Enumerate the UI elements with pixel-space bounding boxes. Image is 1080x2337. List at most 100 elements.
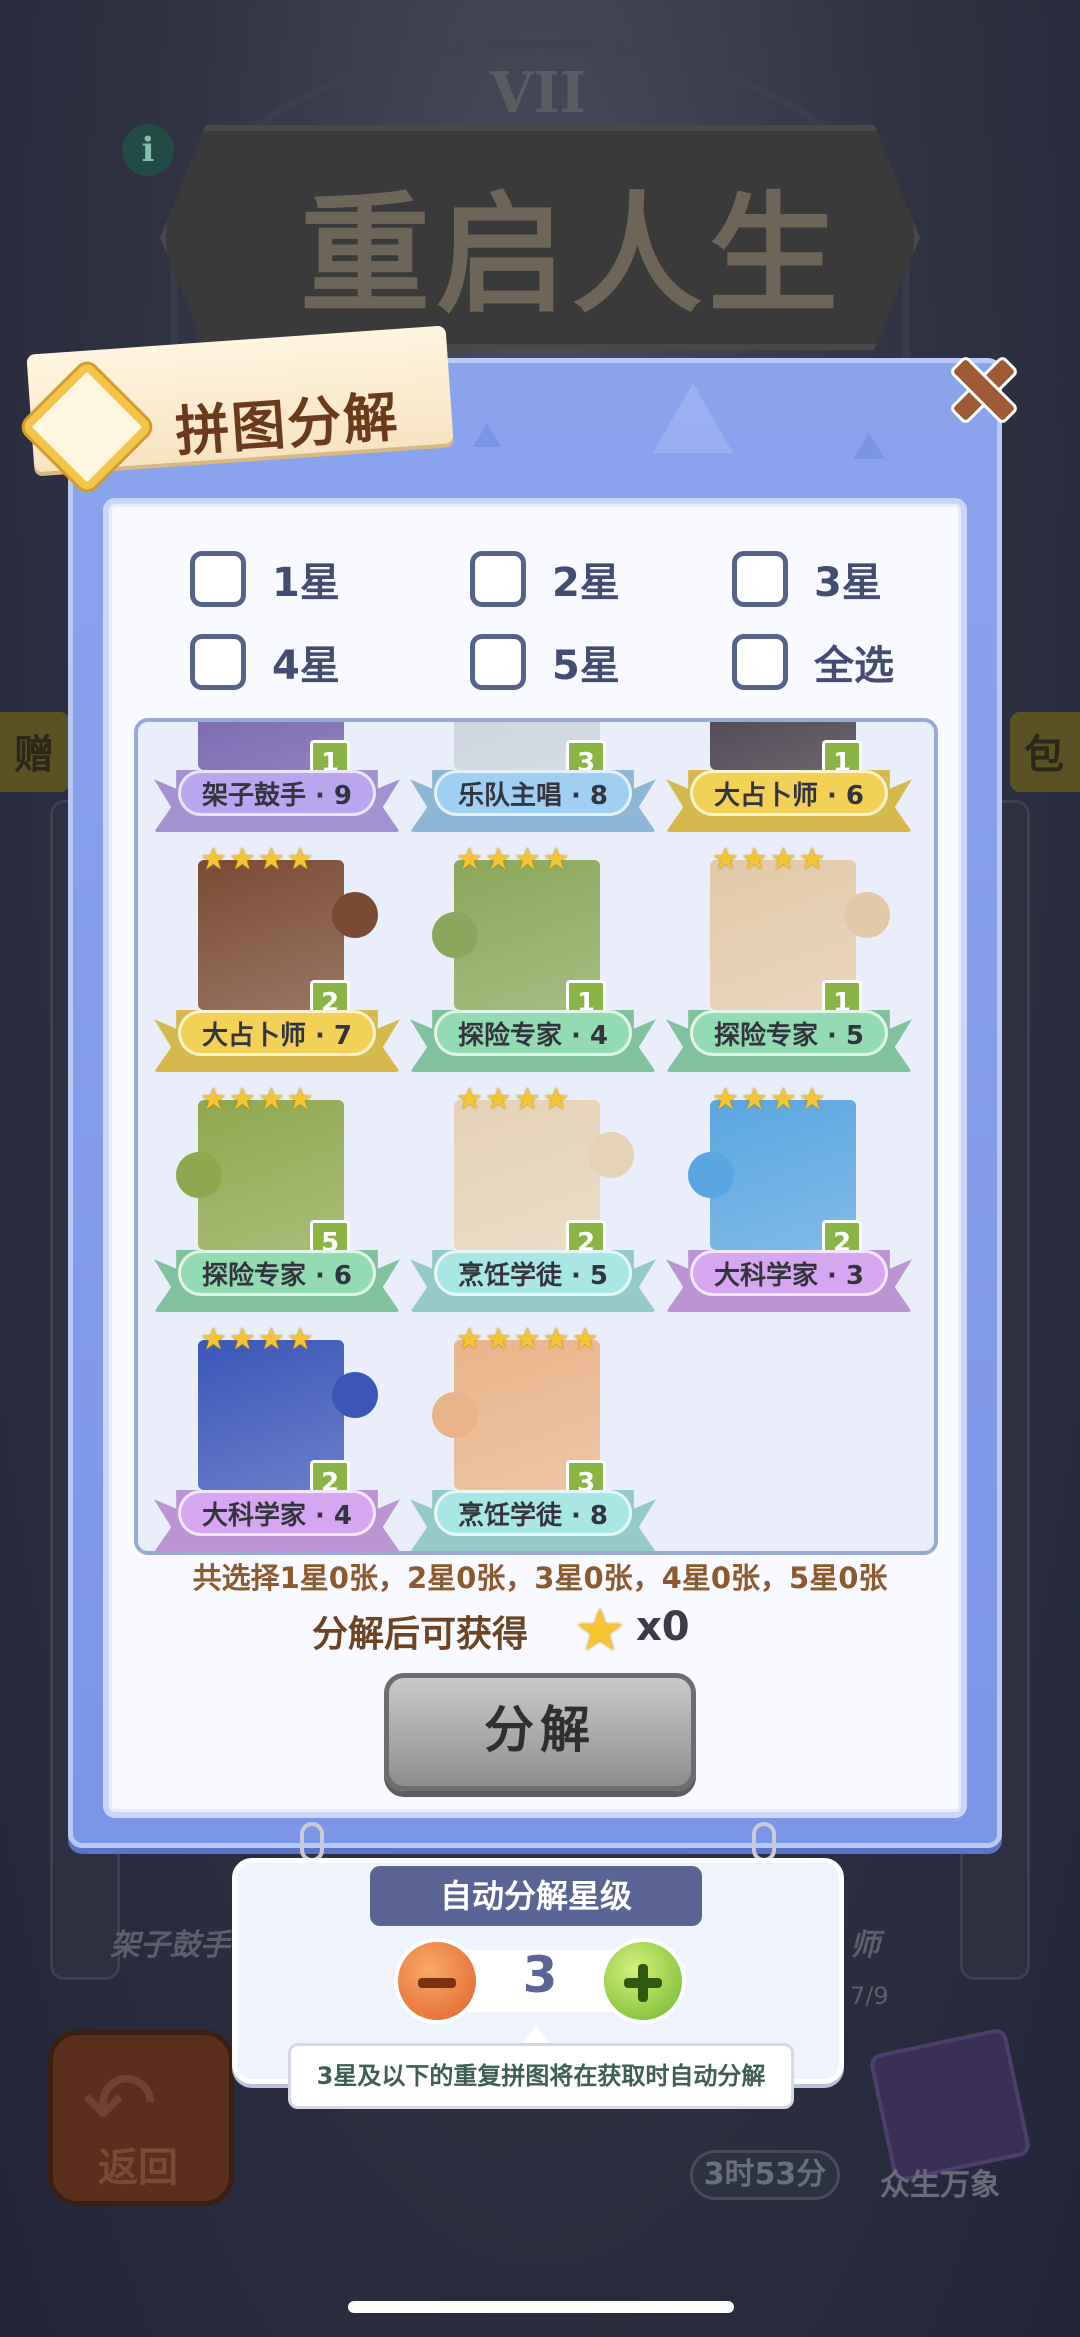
checkbox[interactable] <box>470 634 526 690</box>
puzzle-piece-knob <box>688 1152 734 1198</box>
increase-button[interactable] <box>600 1938 686 2024</box>
star-rating: ★ ★ ★ ★ <box>200 1322 314 1357</box>
background-faded-label-left: 架子鼓手 <box>110 1928 230 1963</box>
background-faded-count: 7/9 <box>850 1982 889 2010</box>
puzzle-card[interactable]: ★ ★ ★ ★ 2 烹饪学徒 · 5 <box>410 1082 656 1322</box>
puzzle-card-name: 大科学家 · 4 <box>178 1490 376 1536</box>
star-rating: ★ ★ ★ ★ <box>200 842 314 877</box>
puzzle-card[interactable]: 1 大占卜师 · 6 <box>666 722 912 842</box>
puzzle-piece-knob <box>588 1132 634 1178</box>
decompose-button[interactable]: 分解 <box>384 1673 696 1791</box>
puzzle-card[interactable]: ★ ★ ★ ★ 5 探险专家 · 6 <box>154 1082 400 1322</box>
puzzle-card-name: 大科学家 · 3 <box>690 1250 888 1296</box>
star-icon: ★ <box>456 842 483 877</box>
puzzle-card-name: 烹饪学徒 · 5 <box>434 1250 632 1296</box>
background-clock-numeral: VII <box>490 60 586 126</box>
puzzle-card[interactable]: ★ ★ ★ ★ 2 大科学家 · 4 <box>154 1322 400 1551</box>
puzzle-card-name: 乐队主唱 · 8 <box>434 770 632 816</box>
filter-1-star[interactable]: 1星 <box>190 550 340 608</box>
info-icon: i <box>122 124 174 176</box>
background-banner-right-text: 包 <box>1024 732 1064 778</box>
filter-label: 1星 <box>272 560 340 606</box>
filter-label: 3星 <box>814 560 882 606</box>
star-icon: ★ <box>740 1082 768 1117</box>
filter-5-star[interactable]: 5星 <box>470 633 620 691</box>
star-icon: ★ <box>228 1082 256 1117</box>
puzzle-piece-knob <box>176 1152 222 1198</box>
auto-decompose-tooltip: 3星及以下的重复拼图将在获取时自动分解 <box>288 2043 794 2109</box>
star-icon: ★ <box>257 842 285 877</box>
close-button[interactable] <box>944 350 1024 430</box>
auto-decompose-header: 自动分解星级 <box>370 1866 702 1926</box>
star-icon: ★ <box>513 842 541 877</box>
dialog-title: 拼图分解 <box>173 385 402 464</box>
star-icon: ★ <box>257 1082 285 1117</box>
filter-4-star[interactable]: 4星 <box>190 633 340 691</box>
filter-label: 5星 <box>552 643 620 689</box>
back-button-label: 返回 <box>98 2145 178 2191</box>
puzzle-card[interactable]: ★ ★ ★ ★ ★ 3 烹饪学徒 · 8 <box>410 1322 656 1551</box>
puzzle-card-name: 大占卜师 · 7 <box>178 1010 376 1056</box>
star-icon: ★ <box>257 1322 285 1357</box>
star-icon: ★ <box>200 1082 227 1117</box>
filter-select-all[interactable]: 全选 <box>732 633 894 691</box>
star-rating: ★ ★ ★ ★ <box>200 1082 314 1117</box>
star-icon: ★ <box>286 842 314 877</box>
decrease-button[interactable] <box>394 1938 480 2024</box>
home-indicator[interactable] <box>348 2301 734 2313</box>
puzzle-grid[interactable]: 1 架子鼓手 · 9 3 乐队主唱 · 8 1 大占卜师 · 6 ★ ★ ★ ★ 2 大占卜师 · 7… <box>134 718 938 1555</box>
background-game-title: 重启人生 <box>300 178 845 331</box>
star-rating: ★ ★ ★ ★ <box>712 842 826 877</box>
star-rating: ★ ★ ★ ★ <box>712 1082 826 1117</box>
filter-3-star[interactable]: 3星 <box>732 550 882 608</box>
puzzle-card[interactable]: ★ ★ ★ ★ 2 大占卜师 · 7 <box>154 842 400 1082</box>
star-icon: ★ <box>542 1322 570 1357</box>
background-faded-label-right: 师 <box>850 1928 880 1963</box>
puzzle-card-name: 烹饪学徒 · 8 <box>434 1490 632 1536</box>
star-rating: ★ ★ ★ ★ <box>456 842 570 877</box>
puzzle-card[interactable]: 1 架子鼓手 · 9 <box>154 722 400 842</box>
star-icon: ★ <box>571 1322 599 1357</box>
reward-value: x0 <box>636 1604 690 1650</box>
star-icon: ★ <box>200 842 227 877</box>
star-icon: ★ <box>484 1082 512 1117</box>
star-icon: ★ <box>286 1082 314 1117</box>
star-icon: ★ <box>200 1322 227 1357</box>
star-icon: ★ <box>456 1082 483 1117</box>
puzzle-card[interactable]: 3 乐队主唱 · 8 <box>410 722 656 842</box>
selection-summary: 共选择1星0张，2星0张，3星0张，4星0张，5星0张 <box>192 1561 888 1595</box>
puzzle-card-name: 架子鼓手 · 9 <box>178 770 376 816</box>
puzzle-card-name: 大占卜师 · 6 <box>690 770 888 816</box>
checkbox[interactable] <box>190 551 246 607</box>
puzzle-piece-knob <box>332 1372 378 1418</box>
star-icon: ★ <box>513 1082 541 1117</box>
filter-2-star[interactable]: 2星 <box>470 550 620 608</box>
star-rating: ★ ★ ★ ★ <box>456 1082 570 1117</box>
star-icon: ★ <box>574 1596 626 1664</box>
star-rating: ★ ★ ★ ★ ★ <box>456 1322 599 1357</box>
puzzle-card-name: 探险专家 · 4 <box>434 1010 632 1056</box>
star-icon: ★ <box>712 1082 739 1117</box>
filter-label: 全选 <box>814 643 894 689</box>
checkbox[interactable] <box>470 551 526 607</box>
checkbox[interactable] <box>732 551 788 607</box>
panel-ring <box>752 1822 776 1862</box>
background-banner-left-text: 赠 <box>14 732 54 778</box>
checkbox[interactable] <box>190 634 246 690</box>
star-icon: ★ <box>798 1082 826 1117</box>
star-icon: ★ <box>286 1322 314 1357</box>
puzzle-card[interactable]: ★ ★ ★ ★ 1 探险专家 · 5 <box>666 842 912 1082</box>
filter-label: 2星 <box>552 560 620 606</box>
star-icon: ★ <box>798 842 826 877</box>
star-icon: ★ <box>769 842 797 877</box>
puzzle-card[interactable]: ★ ★ ★ ★ 2 大科学家 · 3 <box>666 1082 912 1322</box>
checkbox[interactable] <box>732 634 788 690</box>
background-timer: 3时53分 <box>690 2150 840 2200</box>
star-level-value: 3 <box>522 1946 558 2004</box>
star-icon: ★ <box>542 842 570 877</box>
puzzle-card[interactable]: ★ ★ ★ ★ 1 探险专家 · 4 <box>410 842 656 1082</box>
puzzle-card-name: 探险专家 · 6 <box>178 1250 376 1296</box>
star-icon: ★ <box>484 842 512 877</box>
puzzle-piece-knob <box>432 912 478 958</box>
dialog-decoration <box>853 433 885 459</box>
